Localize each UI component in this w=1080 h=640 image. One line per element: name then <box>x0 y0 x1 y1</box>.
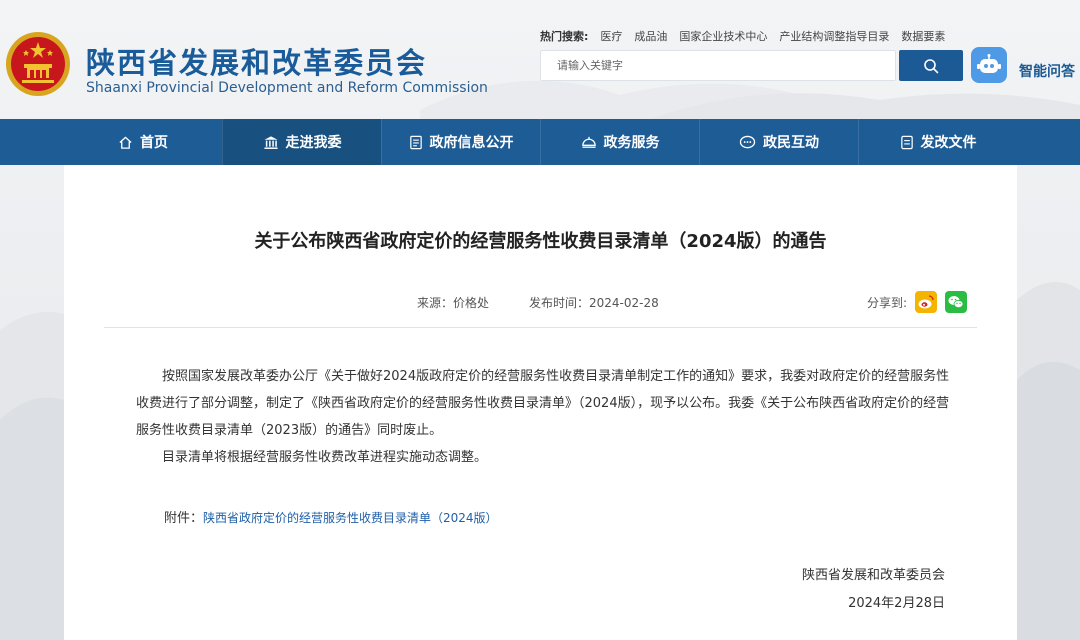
signature: 陕西省发展和改革委员会 2024年2月28日 <box>802 562 945 618</box>
article-publish-time: 发布时间：2024-02-28 <box>529 296 659 310</box>
search-icon <box>924 58 939 73</box>
nav-item-about[interactable]: 走进我委 <box>222 119 381 165</box>
chat-icon <box>739 135 756 148</box>
attachment-link[interactable]: 陕西省政府定价的经营服务性收费目录清单（2024版） <box>203 511 498 525</box>
nav-item-interaction[interactable]: 政民互动 <box>699 119 858 165</box>
hot-search-item[interactable]: 成品油 <box>634 28 667 44</box>
wechat-share-button[interactable] <box>945 291 968 313</box>
nav-item-label: 政府信息公开 <box>429 135 514 151</box>
article-paragraph: 按照国家发展改革委办公厅《关于做好2024版政府定价的经营服务性收费目录清单制定… <box>136 369 950 438</box>
nav-item-label: 走进我委 <box>285 135 342 151</box>
search-button[interactable] <box>899 50 963 81</box>
site-subtitle-en: Shaanxi Provincial Development and Refor… <box>86 80 488 96</box>
hot-search-item[interactable]: 数据要素 <box>901 28 945 44</box>
home-icon <box>119 135 132 149</box>
signature-date: 2024年2月28日 <box>848 596 945 611</box>
weibo-icon <box>918 295 934 309</box>
main-nav: 首页 走进我委 政府信息公开 政务服务 政民互动 发改文件 <box>0 119 1080 165</box>
hot-search-item[interactable]: 医疗 <box>600 28 622 44</box>
nav-item-label: 政民互动 <box>763 135 819 151</box>
nav-item-gov-info[interactable]: 政府信息公开 <box>381 119 540 165</box>
search-input[interactable] <box>541 51 895 80</box>
search-box <box>540 50 896 81</box>
hot-search-label: 热门搜索: <box>540 30 589 43</box>
nav-item-label: 发改文件 <box>920 135 977 151</box>
attachment: 附件：陕西省政府定价的经营服务性收费目录清单（2024版） <box>164 507 498 526</box>
nav-item-home[interactable]: 首页 <box>64 119 222 165</box>
robot-icon <box>977 54 1001 73</box>
hot-search-item[interactable]: 国家企业技术中心 <box>679 28 767 44</box>
hot-search-bar: 热门搜索: 医疗 成品油 国家企业技术中心 产业结构调整指导目录 数据要素 <box>540 28 945 44</box>
service-icon <box>581 136 596 148</box>
nav-item-services[interactable]: 政务服务 <box>540 119 699 165</box>
ai-assistant-button[interactable] <box>971 47 1007 83</box>
nav-item-documents[interactable]: 发改文件 <box>858 119 1017 165</box>
share-bar: 分享到: <box>867 291 968 313</box>
nav-item-label: 政务服务 <box>603 135 660 151</box>
site-header: 陕西省发展和改革委员会 Shaanxi Provincial Developme… <box>0 0 1080 119</box>
article-title: 关于公布陕西省政府定价的经营服务性收费目录清单（2024版）的通告 <box>254 231 827 252</box>
nav-item-label: 首页 <box>140 135 168 151</box>
share-label: 分享到: <box>867 295 908 310</box>
file-icon <box>900 135 913 149</box>
document-icon <box>409 135 422 149</box>
ai-assistant-label[interactable]: 智能问答 <box>1019 61 1075 81</box>
signature-org: 陕西省发展和改革委员会 <box>801 568 945 583</box>
article-panel: 关于公布陕西省政府定价的经营服务性收费目录清单（2024版）的通告 来源：价格处… <box>64 165 1017 640</box>
building-icon <box>263 135 278 149</box>
divider <box>104 327 977 328</box>
site-title[interactable]: 陕西省发展和改革委员会 <box>86 40 427 82</box>
wechat-icon <box>948 296 964 309</box>
article-source: 来源：价格处 <box>417 296 490 310</box>
hot-search-item[interactable]: 产业结构调整指导目录 <box>779 28 889 44</box>
article-paragraph: 目录清单将根据经营服务性收费改革进程实施动态调整。 <box>162 450 488 465</box>
article-body: 按照国家发展改革委办公厅《关于做好2024版政府定价的经营服务性收费目录清单制定… <box>136 363 956 471</box>
weibo-share-button[interactable] <box>915 291 938 313</box>
attachment-label: 附件： <box>164 511 204 526</box>
national-emblem-icon <box>6 32 70 96</box>
